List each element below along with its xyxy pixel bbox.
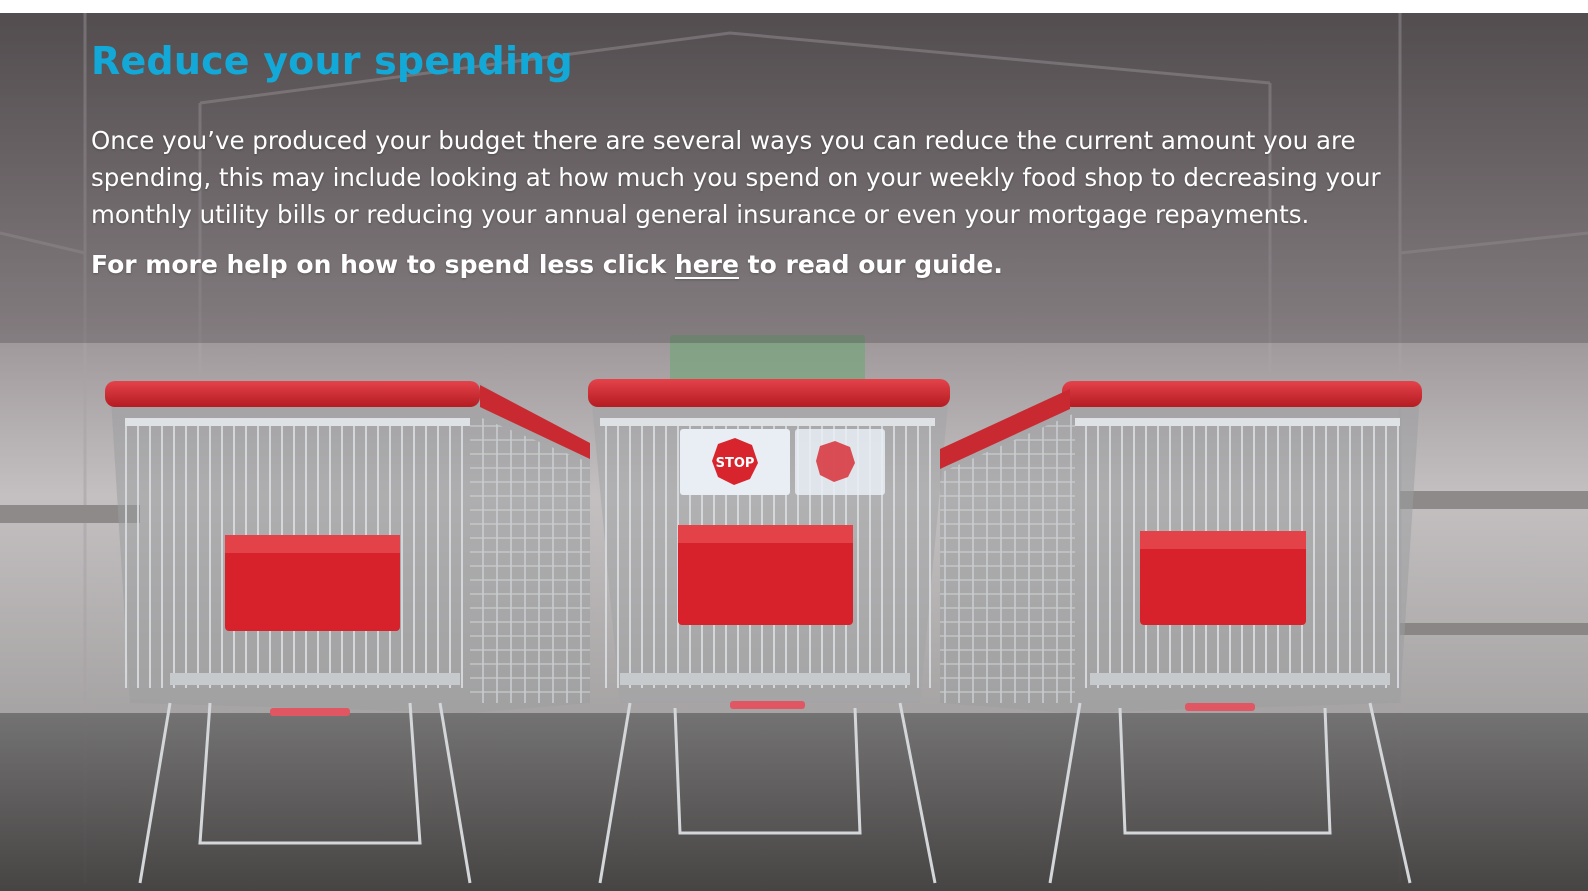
page: STOP Reduce your spending Once you’ve pr…: [0, 0, 1588, 891]
section-title: Reduce your spending: [91, 39, 573, 83]
guide-cta: For more help on how to spend less click…: [91, 247, 1411, 283]
guide-link[interactable]: here: [675, 250, 739, 279]
svg-text:STOP: STOP: [716, 456, 755, 471]
section-body-text: Once you’ve produced your budget there a…: [91, 126, 1381, 229]
content-block: Reduce your spending Once you’ve produce…: [91, 38, 1411, 283]
guide-cta-prefix: For more help on how to spend less click: [91, 250, 675, 279]
guide-cta-suffix: to read our guide.: [738, 250, 1003, 279]
